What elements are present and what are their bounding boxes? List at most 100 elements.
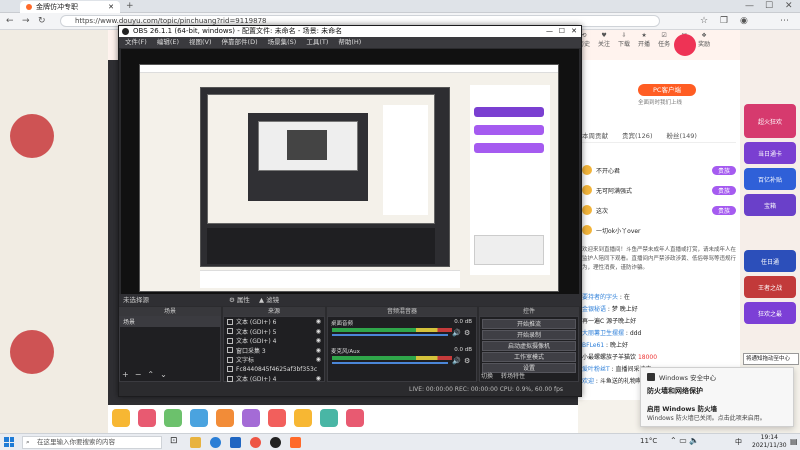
move-up-icon[interactable]: ⌃ <box>147 370 154 379</box>
forward-icon[interactable]: → <box>22 15 30 27</box>
profile-icon[interactable]: ◉ <box>740 15 748 27</box>
task-view-icon[interactable]: ⊡ <box>170 436 178 446</box>
tab-weekly[interactable]: 本周贡献 <box>582 130 608 140</box>
gift-item-icon[interactable] <box>164 409 182 427</box>
minimize-icon[interactable]: — <box>546 26 553 37</box>
header-star[interactable]: ★ 开播 <box>638 32 650 48</box>
gear-icon[interactable]: ⚙ <box>464 357 470 365</box>
move-down-icon[interactable]: ⌄ <box>160 370 167 379</box>
taskbar-search[interactable]: ⌕ 在这里输入你要搜索的内容 <box>22 436 162 449</box>
transition-switch[interactable]: 切换 <box>481 371 493 380</box>
header-gift[interactable]: ❖ 奖励 <box>698 32 710 48</box>
tab-vip[interactable]: 贵宾(126) <box>622 130 652 140</box>
visibility-eye-icon[interactable]: ◉ <box>316 375 324 382</box>
visibility-eye-icon[interactable]: ◉ <box>316 337 324 344</box>
menu-file[interactable]: 文件(F) <box>125 37 147 48</box>
gift-item-icon[interactable] <box>138 409 156 427</box>
obs-taskbar-icon[interactable] <box>270 437 281 448</box>
input-language[interactable]: 中 <box>735 437 742 447</box>
gift-item-icon[interactable] <box>190 409 208 427</box>
gear-icon[interactable]: ⚙ <box>464 329 470 337</box>
start-streaming-button[interactable]: 开始推流 <box>482 319 576 329</box>
visibility-eye-icon[interactable]: ◉ <box>316 356 324 363</box>
filters-button[interactable]: ▲ 滤镜 <box>259 294 279 306</box>
obs-preview[interactable] <box>121 49 579 294</box>
start-button[interactable] <box>4 437 14 447</box>
add-scene-icon[interactable]: + <box>122 370 129 379</box>
volume-slider[interactable] <box>332 362 448 364</box>
menu-edit[interactable]: 编辑(E) <box>157 37 179 48</box>
volume-slider[interactable] <box>332 334 448 336</box>
close-tab-icon[interactable]: ✕ <box>108 3 114 11</box>
maximize-icon[interactable]: ☐ <box>559 26 565 37</box>
speaker-icon[interactable]: 🔊 <box>452 329 461 337</box>
remove-scene-icon[interactable]: − <box>135 370 142 379</box>
minimize-icon[interactable]: — <box>745 0 754 12</box>
gift-item-icon[interactable] <box>112 409 130 427</box>
gift-item-icon[interactable] <box>346 409 364 427</box>
source-item[interactable]: 文字标 ◉ <box>224 355 324 365</box>
scene-item[interactable]: 场景 <box>120 317 220 327</box>
tab-fans[interactable]: 粉丝(149) <box>666 130 696 140</box>
source-item[interactable]: 文本 (GDI+) 6 ◉ <box>224 317 324 327</box>
activity-card[interactable]: 百亿补贴 <box>744 168 796 190</box>
visibility-eye-icon[interactable]: ◉ <box>316 328 324 335</box>
list-item[interactable]: 这次 贵族 <box>582 200 736 220</box>
file-explorer-icon[interactable] <box>190 437 201 448</box>
maximize-icon[interactable]: ☐ <box>765 0 773 12</box>
douyu-icon[interactable] <box>290 437 301 448</box>
source-item[interactable]: 文本 (GDI+) 4 ◉ <box>224 336 324 346</box>
list-item[interactable]: 无可阿满强式 贵族 <box>582 180 736 200</box>
store-icon[interactable] <box>230 437 241 448</box>
collections-icon[interactable]: ❐ <box>720 15 728 27</box>
source-item[interactable]: 文本 (GDI+) 4 ◉ <box>224 374 324 384</box>
properties-button[interactable]: ⚙ 属性 <box>229 294 250 306</box>
security-notification[interactable]: Windows 安全中心 防火墙和网络保护 启用 Windows 防火墙 Win… <box>640 367 794 427</box>
list-item[interactable]: 不开心君 贵族 <box>582 160 736 180</box>
list-item[interactable]: 一切ok小丫over <box>582 220 736 240</box>
header-task[interactable]: ☑ 任务 <box>658 32 670 48</box>
start-recording-button[interactable]: 开始录制 <box>482 330 576 340</box>
favorite-icon[interactable]: ☆ <box>700 15 708 27</box>
visibility-eye-icon[interactable]: ◉ <box>316 347 324 354</box>
close-icon[interactable]: ✕ <box>571 26 577 37</box>
back-icon[interactable]: ← <box>6 15 14 27</box>
user-avatar[interactable] <box>674 34 696 56</box>
gift-item-icon[interactable] <box>242 409 260 427</box>
menu-help[interactable]: 帮助(H) <box>338 37 361 48</box>
close-icon[interactable]: ✕ <box>785 0 793 12</box>
pc-client-button[interactable]: PC客户端 <box>638 84 696 96</box>
visibility-eye-icon[interactable]: ◉ <box>316 318 324 325</box>
new-tab-icon[interactable]: + <box>126 0 134 12</box>
gift-item-icon[interactable] <box>216 409 234 427</box>
activity-card[interactable]: 超火狂欢 <box>744 104 796 138</box>
menu-scene-collection[interactable]: 场景集(S) <box>268 37 297 48</box>
menu-view[interactable]: 视图(V) <box>189 37 212 48</box>
source-item[interactable]: 窗口采集 3 ◉ <box>224 346 324 356</box>
speaker-icon[interactable]: 🔊 <box>452 357 461 365</box>
gift-item-icon[interactable] <box>268 409 286 427</box>
menu-tools[interactable]: 工具(T) <box>306 37 328 48</box>
transition-props[interactable]: 转场特性 <box>501 371 525 380</box>
more-icon[interactable]: ⋯ <box>780 15 789 27</box>
clock[interactable]: 19:14 2021/11/30 <box>752 434 787 450</box>
activity-card[interactable]: 宝箱 <box>744 194 796 216</box>
activity-card[interactable]: 当日通卡 <box>744 142 796 164</box>
notification-center-icon[interactable]: ▤ <box>790 437 798 446</box>
activity-card[interactable]: 任日通 <box>744 250 796 272</box>
activity-card[interactable]: 狂欢之最 <box>744 302 796 324</box>
studio-mode-button[interactable]: 工作室模式 <box>482 352 576 362</box>
virtual-camera-button[interactable]: 启动虚拟摄像机 <box>482 341 576 351</box>
gift-item-icon[interactable] <box>320 409 338 427</box>
weather-text[interactable]: 11°C <box>640 437 657 445</box>
edge-icon[interactable] <box>210 437 221 448</box>
source-item[interactable]: Fc8440845f4625af3bf353c <box>224 365 324 375</box>
gift-item-icon[interactable] <box>294 409 312 427</box>
header-follow[interactable]: ♥ 关注 <box>598 32 610 48</box>
source-item[interactable]: 文本 (GDI+) 5 ◉ <box>224 327 324 337</box>
tray-icons[interactable]: ⌃ ▭ 🔈 <box>670 436 699 445</box>
menu-docks[interactable]: 停靠部件(D) <box>222 37 258 48</box>
header-download[interactable]: ⇩ 下载 <box>618 32 630 48</box>
browser-tab[interactable]: 金牌仿冲专职 ✕ <box>20 1 120 13</box>
activity-card[interactable]: 王者之战 <box>744 276 796 298</box>
